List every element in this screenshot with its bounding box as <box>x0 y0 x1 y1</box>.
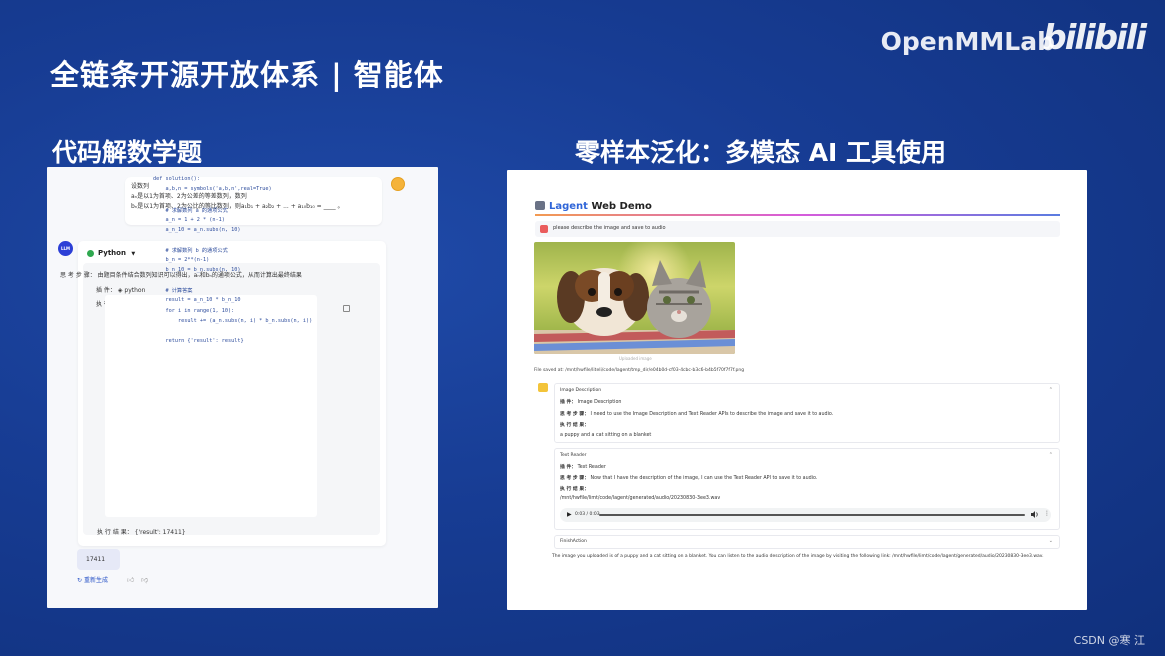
chevron-down-icon[interactable]: ⌄ <box>1049 538 1053 544</box>
action-header: Text Reader <box>560 453 587 458</box>
check-circle-icon <box>87 249 94 257</box>
question-line-2: aₙ是以1为首项、2为公差的等差数列，数列 <box>131 193 247 200</box>
thought-label: 思 考 步 骤： <box>560 412 589 417</box>
code-line: return {'result': result} <box>153 337 244 344</box>
code-line: b_n_10 = b_n.subs(n, 10) <box>153 267 241 274</box>
demo-title-rest: Web Demo <box>587 201 652 212</box>
audio-player: ▶ 0:03 / 0:03 ⋮ <box>560 508 1051 522</box>
chevron-up-icon[interactable]: ⌃ <box>1049 452 1053 458</box>
chevron-up-icon[interactable]: ⌃ <box>1049 387 1053 393</box>
python-tool-dropdown[interactable]: Python ▼ <box>87 249 135 257</box>
assistant-avatar <box>538 383 548 392</box>
image-caption: Uploaded image <box>619 356 652 361</box>
action-accordion-text-reader[interactable]: Text Reader ⌃ 插 件： Text Reader 思 考 步 骤： … <box>554 448 1060 530</box>
action-accordion-finish[interactable]: FinishAction ⌄ <box>554 535 1060 549</box>
audio-time: 0:03 / 0:03 <box>575 512 600 517</box>
puppy-and-cat-photo <box>534 260 735 354</box>
llm-avatar: LLM <box>58 241 73 256</box>
result-value: {'result': 17411} <box>134 529 186 536</box>
volume-icon[interactable] <box>1031 511 1039 518</box>
code-line: # 求解数列 b 的通项公式 <box>153 247 228 254</box>
plugin-label: 插 件： <box>560 400 577 405</box>
saved-file-path: File saved at: /mnt/hwfile/liteli/code/l… <box>534 368 745 373</box>
user-icon <box>540 225 548 233</box>
thought-label: 思 考 步 骤： <box>60 272 96 279</box>
final-answer: The image you uploaded is of a puppy and… <box>552 554 1044 559</box>
action-header: FinishAction <box>560 539 587 544</box>
action-thought-row: 思 考 步 骤： Now that I have the description… <box>560 474 817 481</box>
title-divider <box>535 214 1060 216</box>
action-result-label: 执 行 结 果： <box>560 485 589 492</box>
slide-title: 全链条开源开放体系 | 智能体 <box>50 58 444 92</box>
plugin-row: 插 件： ◈ python <box>96 285 145 294</box>
plugin-value: python <box>124 287 146 294</box>
plugin-label: 插 件： <box>560 465 577 470</box>
action-thought-row: 思 考 步 骤： I need to use the Image Descrip… <box>560 410 833 417</box>
result-label: 执 行 结 果： <box>97 529 133 536</box>
code-line: # 求解数列 a 的通项公式 <box>153 207 228 214</box>
thought-value: I need to use the Image Description and … <box>590 412 834 417</box>
python-icon: ◈ <box>117 287 123 294</box>
thumbs-up-icon[interactable]: 👍︎ <box>127 575 134 584</box>
thumbs-down-icon[interactable]: 👎︎ <box>141 575 148 584</box>
plugin-label: 插 件： <box>96 287 116 294</box>
code-line: for i in range(1, 10): <box>153 307 235 314</box>
audio-seek-bar[interactable] <box>599 514 1025 516</box>
result-row: 执 行 结 果： {'result': 17411} <box>97 527 186 536</box>
left-section-heading: 代码解数学题 <box>52 138 203 167</box>
action-result-label: 执 行 结 果： <box>560 421 589 428</box>
play-icon[interactable]: ▶ <box>567 511 572 518</box>
demo-title-brand: Lagent <box>549 201 588 212</box>
math-chat-panel: 设数列 aₙ是以1为首项、2为公差的等差数列，数列 bₙ是以1为首项、2为公比的… <box>47 167 438 608</box>
chevron-down-icon: ▼ <box>131 251 136 257</box>
code-line: def solution(): <box>153 176 200 183</box>
code-line: # 计算答案 <box>153 288 193 295</box>
code-line: a,b,n = symbols('a,b,n',real=True) <box>153 186 272 193</box>
lagent-demo-panel: Lagent Web Demo please describe the imag… <box>507 170 1087 610</box>
final-answer: 17411 <box>77 549 120 570</box>
code-line: a_n = 1 + 2 * (n-1) <box>153 216 225 223</box>
result-label: 执 行 结 果： <box>560 487 589 492</box>
action-result-value: a puppy and a cat sitting on a blanket <box>560 433 652 438</box>
plugin-value: Image Description <box>577 400 622 405</box>
code-line: result += (a_n.subs(n, i) * b_n.subs(n, … <box>153 317 313 324</box>
openmmlab-logo: OpenMMLab <box>880 27 1055 56</box>
action-accordion-image-description[interactable]: Image Description ⌃ 插 件： Image Descripti… <box>554 383 1060 443</box>
thought-value: Now that I have the description of the i… <box>590 476 818 481</box>
refresh-icon: ↻ <box>77 577 83 584</box>
robot-icon <box>535 201 545 210</box>
regenerate-label: 重新生成 <box>83 577 108 584</box>
code-line: a_n_10 = a_n.subs(n, 10) <box>153 226 241 233</box>
code-line: result = a_n_10 * b_n_10 <box>153 297 241 304</box>
more-options-icon[interactable]: ⋮ <box>1044 510 1050 517</box>
csdn-watermark: CSDN @寒 江 <box>1073 634 1145 647</box>
tool-name: Python <box>98 249 126 257</box>
plugin-value: Text Reader <box>577 465 606 470</box>
regenerate-button[interactable]: ↻ 重新生成 <box>77 575 108 584</box>
action-result-value: /mnt/hwfile/limt/code/lagent/generated/a… <box>560 496 721 501</box>
result-label: 执 行 结 果： <box>560 423 589 428</box>
user-message: please describe the image and save to au… <box>535 221 1060 237</box>
uploaded-image <box>534 242 735 354</box>
thought-label: 思 考 步 骤： <box>560 476 589 481</box>
action-plugin-row: 插 件： Image Description <box>560 398 621 405</box>
right-section-heading: 零样本泛化：多模态 AI 工具使用 <box>575 138 947 167</box>
code-block <box>105 295 317 517</box>
user-prompt: please describe the image and save to au… <box>553 225 666 231</box>
action-header: Image Description <box>560 388 602 393</box>
bilibili-logo: bilibili <box>1042 18 1147 58</box>
action-plugin-row: 插 件： Text Reader <box>560 463 606 470</box>
code-line: b_n = 2**(n-1) <box>153 257 210 263</box>
demo-title: Lagent Web Demo <box>535 201 652 212</box>
copy-icon[interactable] <box>343 305 350 312</box>
user-avatar <box>391 177 405 191</box>
